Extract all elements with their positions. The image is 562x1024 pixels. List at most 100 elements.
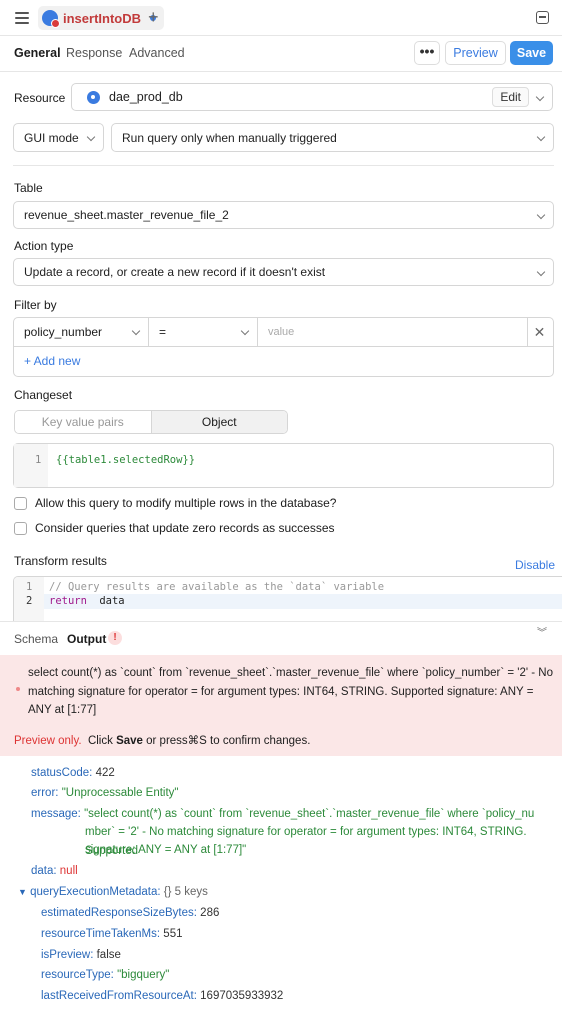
resource-value: dae_prod_db (109, 90, 183, 104)
json-key: message: (31, 808, 81, 820)
edit-resource-button[interactable]: Edit (492, 87, 529, 107)
table-label: Table (14, 181, 43, 195)
json-value: 286 (200, 907, 220, 919)
json-value: 422 (95, 767, 115, 779)
multi-rows-checkbox[interactable] (14, 496, 27, 510)
more-options-button[interactable]: ••• (414, 41, 440, 65)
changeset-code-editor[interactable]: 1 {{table1.selectedRow}} (13, 443, 554, 488)
line-number: 1 (26, 581, 33, 593)
trigger-value: Run query only when manually triggered (122, 130, 337, 145)
code-keyword: return (49, 595, 87, 607)
code-text: data (93, 595, 125, 607)
add-filter-button[interactable]: + Add new (24, 354, 80, 368)
resource-label: Resource (14, 91, 66, 105)
changeset-label: Changeset (14, 388, 73, 402)
caret-down-icon[interactable]: ▼ (18, 887, 27, 897)
json-key: statusCode: (31, 767, 93, 779)
plus-icon[interactable]: + (148, 8, 159, 26)
filter-label: Filter by (14, 298, 57, 312)
filter-box: policy_number = value ✕ + Add new (13, 317, 554, 377)
disable-transform-link[interactable]: Disable (515, 558, 555, 572)
tab-response[interactable]: Response (66, 46, 122, 60)
tab-object[interactable]: Object (150, 411, 287, 433)
code-comment: // Query results are available as the `d… (49, 581, 385, 593)
json-key: resourceTimeTakenMs: (41, 928, 161, 940)
multi-rows-label: Allow this query to modify multiple rows… (35, 496, 337, 510)
action-type-select[interactable]: Update a record, or create a new record … (13, 258, 554, 286)
error-badge: ! (108, 631, 122, 645)
save-text: Save (116, 735, 143, 747)
tab-key-value-pairs[interactable]: Key value pairs (15, 411, 151, 433)
transform-code-editor[interactable]: 1 // Query results are available as the … (13, 576, 562, 622)
preview-notice: Preview only. Click Save or press⌘S to c… (14, 733, 310, 747)
json-row-queryExecutionMetadata[interactable]: ▼ queryExecutionMetadata: {} 5 keys (18, 883, 208, 902)
json-key: estimatedResponseSizeBytes: (41, 907, 197, 919)
filter-column-select[interactable]: policy_number (14, 318, 149, 347)
error-dot-icon (16, 687, 20, 691)
filter-column-value: policy_number (24, 325, 103, 339)
tab-advanced[interactable]: Advanced (129, 46, 185, 60)
line-gutter (14, 444, 48, 487)
json-row-message: message: "select count(*) as `count` fro… (31, 805, 534, 824)
chevron-down-icon (131, 326, 141, 336)
tab-general[interactable]: General (14, 46, 61, 60)
multi-rows-option[interactable]: Allow this query to modify multiple rows… (14, 496, 336, 510)
json-value-continued: signature: ANY = ANY at [1:77]" (85, 844, 247, 856)
json-row-lastReceivedFromResourceAt: lastReceivedFromResourceAt: 169703593393… (41, 987, 283, 1006)
tab-schema[interactable]: Schema (14, 632, 58, 646)
json-value: null (59, 865, 78, 877)
chevron-down-icon (536, 132, 546, 142)
zero-records-option[interactable]: Consider queries that update zero record… (14, 521, 335, 535)
chevron-down-icon (240, 326, 250, 336)
json-row-isPreview: isPreview: false (41, 946, 121, 965)
json-key: data: (31, 865, 57, 877)
press-text: or press⌘S to confirm changes. (146, 735, 311, 747)
filter-operator-value: = (159, 325, 167, 339)
preview-button[interactable]: Preview (445, 41, 506, 65)
json-row-estimatedResponseSizeBytes: estimatedResponseSizeBytes: 286 (41, 904, 219, 923)
error-message: select count(*) as `count` from `revenue… (28, 667, 553, 716)
resource-select[interactable]: dae_prod_db Edit (71, 83, 553, 111)
json-summary: {} 5 keys (163, 886, 208, 898)
query-name: insertIntoDB (63, 10, 141, 26)
chevron-down-icon (86, 132, 96, 142)
mode-select[interactable]: GUI mode (13, 123, 104, 152)
hamburger-icon[interactable] (15, 12, 29, 24)
table-select[interactable]: revenue_sheet.master_revenue_file_2 (13, 201, 554, 229)
code-line: {{table1.selectedRow}} (56, 454, 196, 466)
chevron-down-icon (536, 267, 546, 277)
filter-value-input[interactable]: value (258, 318, 528, 347)
bigquery-icon (87, 90, 100, 104)
click-text: Click (87, 735, 113, 747)
json-row-error: error: "Unprocessable Entity" (31, 784, 179, 803)
bigquery-icon (42, 10, 60, 28)
json-key: lastReceivedFromResourceAt: (41, 990, 197, 1002)
filter-value-placeholder: value (268, 326, 295, 338)
json-value: "select count(*) as `count` from `revenu… (84, 808, 535, 820)
changeset-mode-toggle: Key value pairs Object (14, 410, 288, 434)
query-tab[interactable]: insertIntoDB (38, 6, 164, 30)
chevron-down-icon (536, 210, 546, 220)
filter-operator-select[interactable]: = (149, 318, 258, 347)
json-key: error: (31, 787, 59, 799)
table-value: revenue_sheet.master_revenue_file_2 (24, 208, 229, 222)
collapse-panel-icon[interactable] (536, 11, 549, 24)
tab-output[interactable]: Output (67, 632, 106, 646)
action-type-value: Update a record, or create a new record … (24, 265, 326, 279)
mode-value: GUI mode (24, 130, 79, 145)
close-icon[interactable]: ✕ (526, 318, 553, 347)
json-row-resourceTimeTakenMs: resourceTimeTakenMs: 551 (41, 925, 182, 944)
zero-records-checkbox[interactable] (14, 521, 27, 535)
json-value: "bigquery" (117, 969, 170, 981)
divider (13, 165, 554, 166)
line-number: 2 (26, 595, 33, 607)
json-row-data: data: null (31, 862, 78, 881)
chevron-double-down-icon[interactable]: ︾ (537, 629, 547, 639)
save-button[interactable]: Save (510, 41, 553, 65)
json-value: false (96, 949, 121, 961)
json-key: resourceType: (41, 969, 114, 981)
action-type-label: Action type (14, 239, 74, 253)
zero-records-label: Consider queries that update zero record… (35, 521, 335, 535)
json-row-resourceType: resourceType: "bigquery" (41, 966, 169, 985)
trigger-select[interactable]: Run query only when manually triggered (111, 123, 554, 152)
